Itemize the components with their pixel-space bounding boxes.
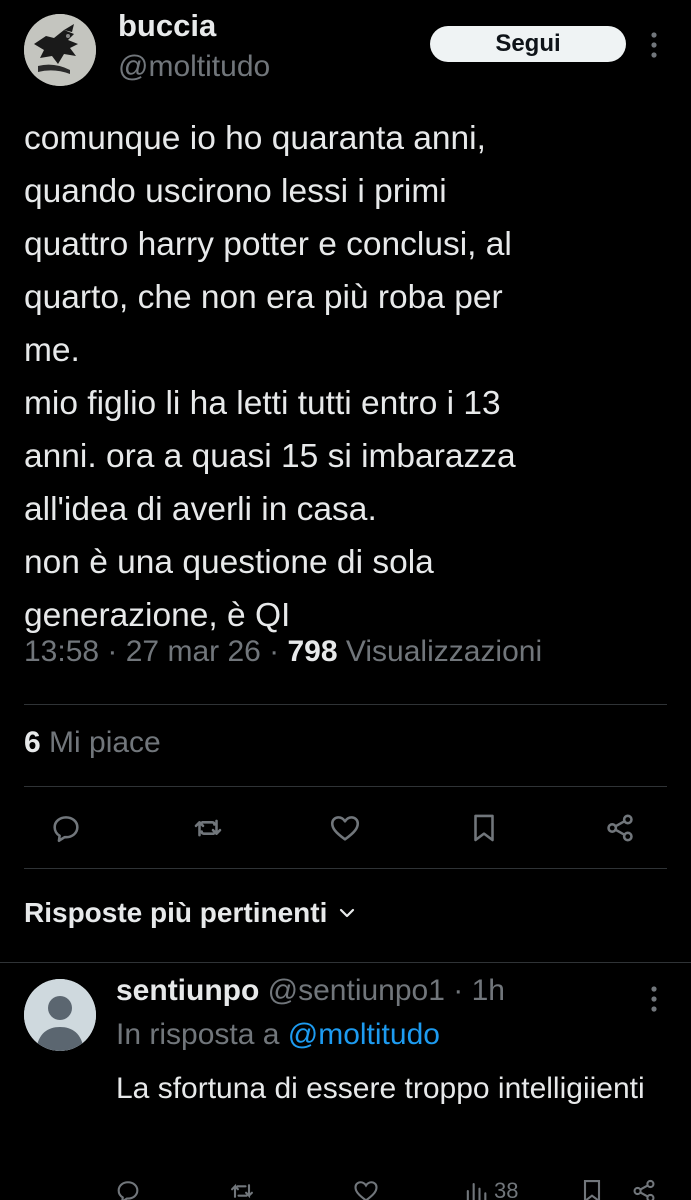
views-chart-icon [466, 1182, 487, 1200]
retweet-icon [231, 1183, 253, 1199]
divider [24, 868, 667, 869]
tweet-time[interactable]: 13:58 [24, 635, 99, 668]
likes-summary[interactable]: 6 Mi piace [24, 726, 161, 760]
reply-time-ago[interactable]: 1h [472, 974, 505, 1007]
more-options-icon[interactable] [644, 28, 664, 62]
views-label[interactable]: Visualizzazioni [346, 635, 542, 668]
share-icon [633, 1179, 655, 1200]
follow-button[interactable]: Segui [430, 26, 626, 62]
meta-separator: · [269, 635, 288, 668]
share-icon [607, 814, 633, 842]
tweet-detail-page: buccia @moltitudo Segui comunque io ho q… [0, 0, 691, 1200]
meta-separator: · [453, 974, 472, 1007]
in-reply-to: In risposta a @moltitudo [116, 1018, 440, 1052]
crow-avatar-image [24, 14, 96, 86]
divider [0, 962, 691, 963]
reply-author-handle[interactable]: @sentiunpo1 [268, 974, 445, 1007]
reply-icon [53, 816, 79, 843]
like-icon [330, 816, 360, 841]
reply-views[interactable]: 38 [462, 1176, 518, 1200]
meta-separator: · [107, 635, 126, 668]
reply-author-name[interactable]: sentiunpo [116, 974, 259, 1007]
replies-sort-dropdown[interactable]: Risposte più pertinenti [24, 897, 357, 929]
reply-retweet-button[interactable] [228, 1176, 256, 1200]
reply-share-button[interactable] [630, 1176, 658, 1200]
author-name[interactable]: buccia [118, 8, 216, 44]
divider [24, 786, 667, 787]
reply-author-avatar[interactable] [24, 979, 96, 1051]
replies-sort-label: Risposte più pertinenti [24, 897, 328, 928]
share-button[interactable] [600, 808, 640, 848]
reply-button[interactable] [46, 808, 86, 848]
like-icon [354, 1181, 378, 1200]
likes-count: 6 [24, 726, 41, 759]
reply-mention-link[interactable]: @moltitudo [288, 1018, 440, 1051]
default-avatar-image [24, 979, 96, 1051]
bookmark-icon [583, 1180, 601, 1200]
reply-more-options-icon[interactable] [644, 982, 664, 1016]
reply-views-count: 38 [494, 1178, 519, 1200]
reply-bookmark-button[interactable] [578, 1176, 606, 1200]
reply-reply-button[interactable] [114, 1176, 142, 1200]
bookmark-button[interactable] [464, 808, 504, 848]
tweet-text: comunque io ho quaranta anni, quando usc… [24, 120, 516, 634]
reply-text: La sfortuna di essere troppo intelligiie… [116, 1072, 645, 1105]
reply-header: sentiunpo @sentiunpo1 · 1h [116, 974, 505, 1008]
like-button[interactable] [325, 808, 365, 848]
author-avatar[interactable] [24, 14, 96, 86]
reply-like-button[interactable] [352, 1176, 380, 1200]
tweet-date[interactable]: 27 mar 26 [126, 635, 261, 668]
reply-icon [117, 1181, 139, 1200]
tweet-header: buccia @moltitudo Segui [0, 0, 691, 100]
retweet-button[interactable] [188, 808, 228, 848]
chevron-down-icon [340, 908, 355, 918]
bookmark-icon [474, 814, 494, 842]
likes-label: Mi piace [49, 726, 161, 759]
divider [24, 704, 667, 705]
retweet-icon [194, 819, 222, 837]
author-handle[interactable]: @moltitudo [118, 50, 270, 84]
tweet-meta: 13:58 · 27 mar 26 · 798 Visualizzazioni [24, 635, 542, 669]
in-reply-label: In risposta a [116, 1018, 280, 1051]
views-count[interactable]: 798 [288, 635, 338, 668]
